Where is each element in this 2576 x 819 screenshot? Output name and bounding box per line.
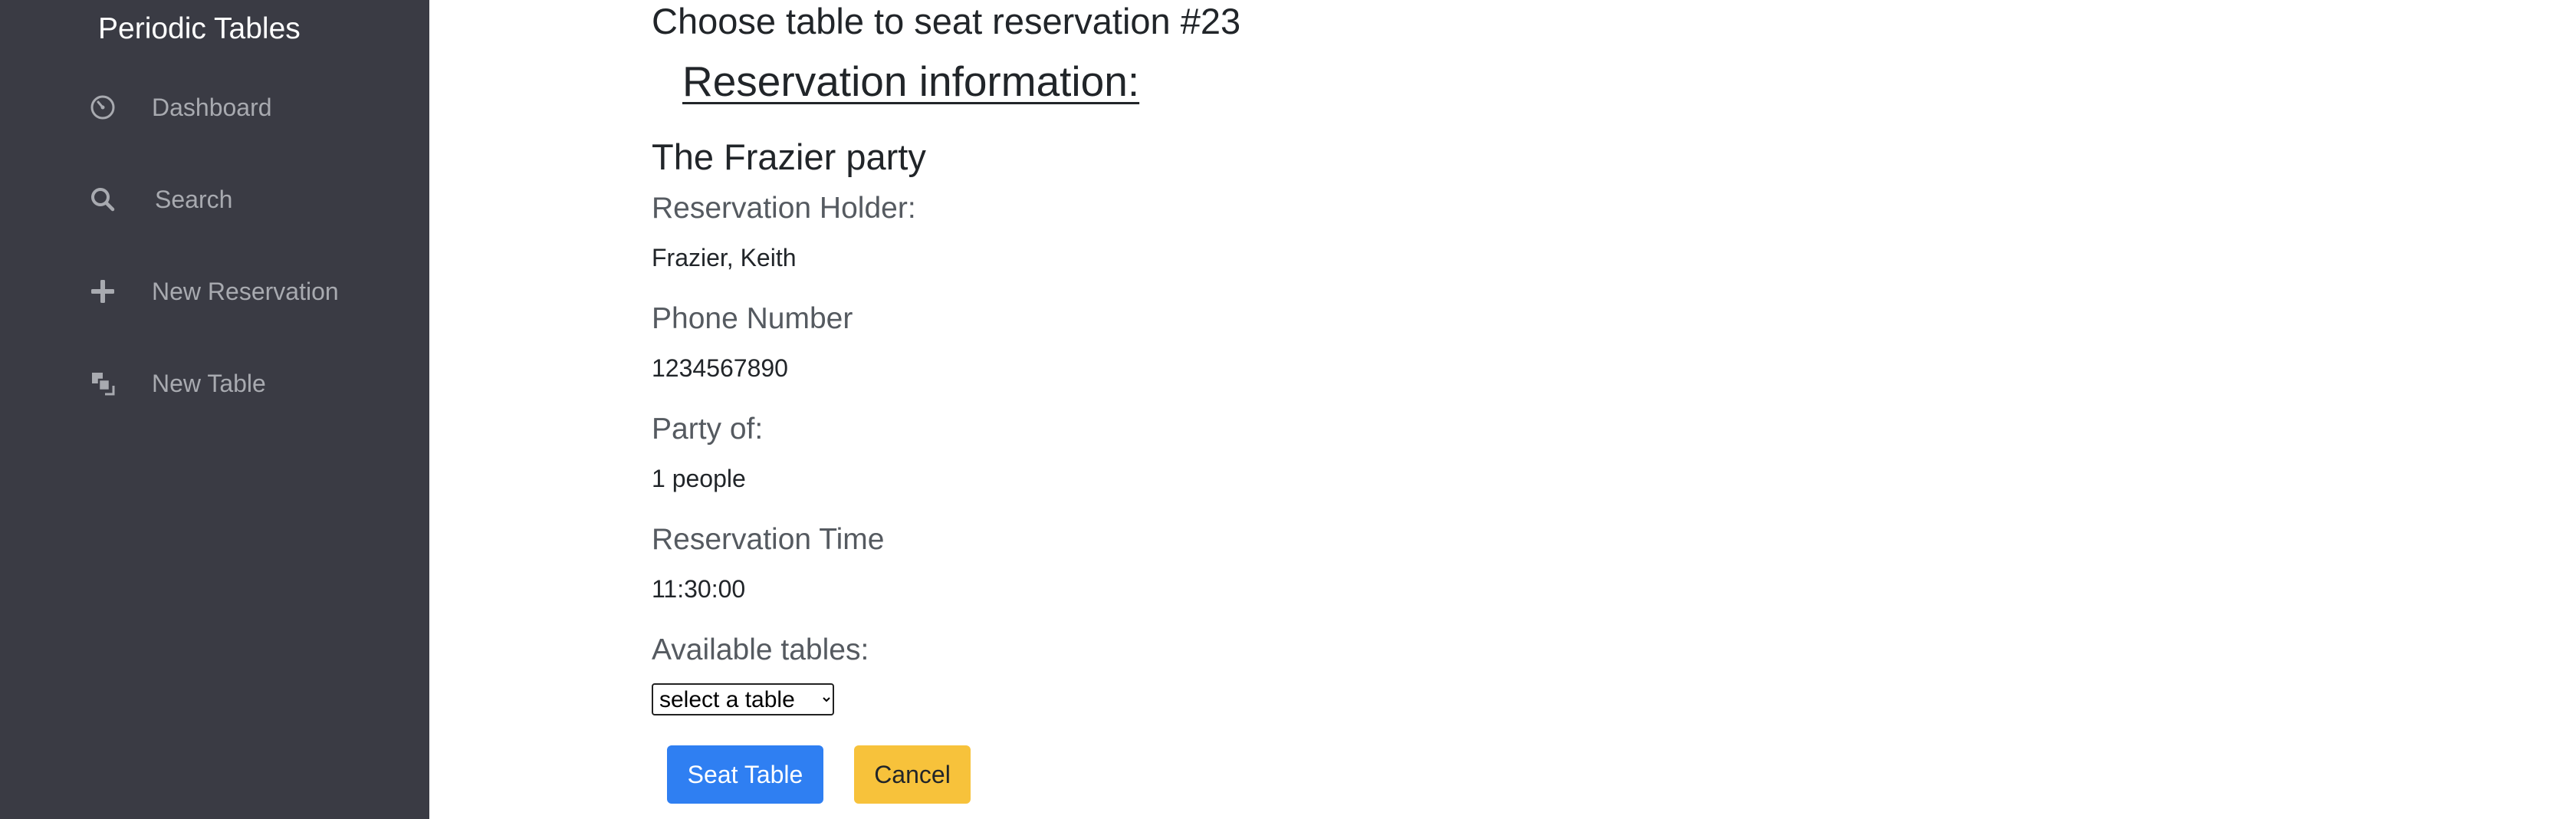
sidebar: Periodic Tables Dashboard Search New Res… bbox=[0, 0, 429, 819]
brand-title[interactable]: Periodic Tables bbox=[98, 11, 301, 48]
search-icon bbox=[84, 173, 121, 226]
sidebar-item-label: New Table bbox=[152, 370, 266, 397]
section-heading: Reservation information: bbox=[682, 58, 1140, 105]
cancel-button[interactable]: Cancel bbox=[854, 745, 971, 804]
party-size-label: Party of: bbox=[652, 413, 764, 446]
app-root: Periodic Tables Dashboard Search New Res… bbox=[0, 0, 2576, 819]
reservation-holder-value: Frazier, Keith bbox=[652, 244, 797, 271]
table-select[interactable]: select a table bbox=[652, 683, 834, 715]
new-table-icon bbox=[84, 357, 121, 410]
phone-number-value: 1234567890 bbox=[652, 354, 788, 382]
sidebar-item-label: New Reservation bbox=[152, 278, 339, 305]
plus-icon bbox=[84, 265, 121, 318]
sidebar-item-new-table[interactable]: New Table bbox=[84, 357, 406, 410]
sidebar-item-new-reservation[interactable]: New Reservation bbox=[84, 265, 406, 318]
seat-table-button[interactable]: Seat Table bbox=[667, 745, 823, 804]
sidebar-item-dashboard[interactable]: Dashboard bbox=[84, 81, 406, 134]
party-size-value: 1 people bbox=[652, 465, 746, 492]
sidebar-item-search[interactable]: Search bbox=[84, 173, 406, 226]
reservation-time-value: 11:30:00 bbox=[652, 575, 746, 603]
phone-number-label: Phone Number bbox=[652, 302, 853, 335]
main-content: Choose table to seat reservation #23 Res… bbox=[652, 0, 2576, 819]
page-title: Choose table to seat reservation #23 bbox=[652, 1, 1241, 41]
reservation-holder-label: Reservation Holder: bbox=[652, 192, 916, 225]
sidebar-item-label: Dashboard bbox=[152, 94, 272, 121]
reservation-time-label: Reservation Time bbox=[652, 523, 885, 556]
available-tables-label: Available tables: bbox=[652, 633, 869, 666]
party-name: The Frazier party bbox=[652, 136, 926, 177]
sidebar-item-label: Search bbox=[155, 186, 233, 213]
dashboard-icon bbox=[84, 81, 121, 134]
